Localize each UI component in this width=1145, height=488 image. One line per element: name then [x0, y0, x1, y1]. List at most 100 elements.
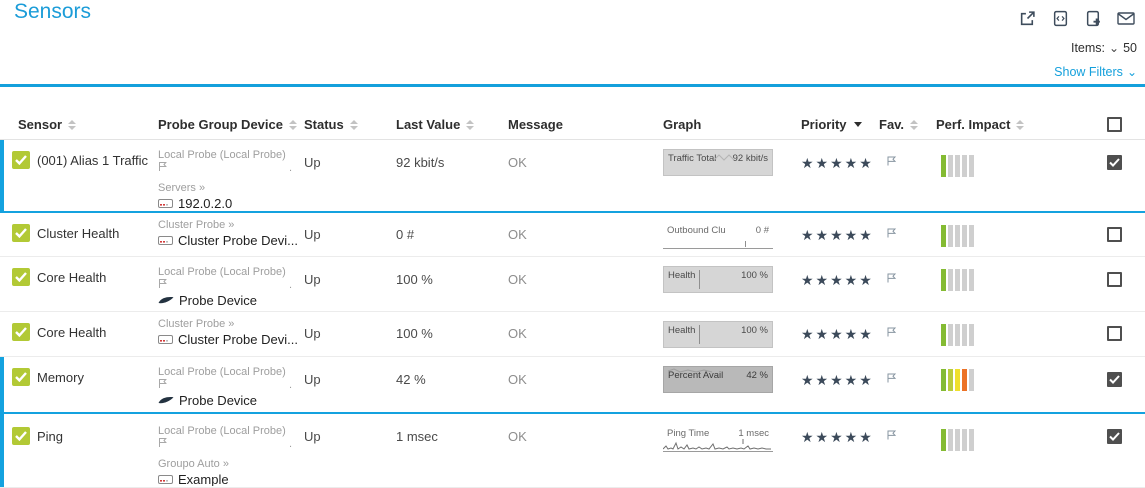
favorite-flag-icon[interactable] [879, 414, 936, 487]
probe-suffix: . [289, 379, 292, 392]
graph-label: Health [668, 270, 695, 292]
table-row[interactable]: Core Health Cluster Probe » Cluster Prob… [0, 312, 1145, 357]
graph-value: 100 % [741, 270, 768, 292]
favorite-flag-icon[interactable] [879, 357, 936, 412]
sensor-status-ok-icon [12, 224, 30, 242]
sort-descending-icon [854, 122, 862, 127]
show-filters-toggle[interactable]: Show Filters ⌄ [1054, 65, 1137, 79]
probe-flag-icon [158, 278, 169, 293]
probe-link[interactable]: Local Probe (Local Probe) [158, 425, 304, 438]
email-icon[interactable] [1117, 9, 1135, 27]
device-link[interactable]: Probe Device [179, 394, 257, 407]
column-header-priority[interactable]: Priority [801, 117, 879, 132]
table-row[interactable]: Ping Local Probe (Local Probe) . Groupo … [0, 414, 1145, 488]
open-external-icon[interactable] [1018, 9, 1036, 27]
message-value: OK [508, 257, 663, 311]
add-file-icon[interactable] [1084, 9, 1102, 27]
priority-stars[interactable]: ★★★★★ [801, 213, 879, 256]
table-row[interactable]: Cluster Health Cluster Probe » Cluster P… [0, 213, 1145, 257]
items-per-page[interactable]: Items: ⌄ 50 [1071, 41, 1137, 55]
status-value: Up [304, 357, 396, 412]
table-row[interactable]: Memory Local Probe (Local Probe) . Probe… [0, 357, 1145, 414]
sensor-name-link[interactable]: Cluster Health [37, 224, 119, 241]
row-checkbox[interactable] [1107, 429, 1122, 444]
sensors-page: Sensors Items: ⌄ 50 Show Filters ⌄ Senso… [0, 0, 1145, 485]
message-value: OK [508, 213, 663, 256]
items-label: Items: [1071, 41, 1105, 55]
sensor-status-ok-icon [12, 323, 30, 341]
table-row[interactable]: (001) Alias 1 Traffic Local Probe (Local… [0, 140, 1145, 213]
group-link[interactable]: Servers » [158, 182, 304, 195]
select-all-checkbox[interactable] [1107, 117, 1122, 132]
graph-value: 0 # [756, 225, 769, 248]
probe-link[interactable]: Cluster Probe » [158, 318, 304, 331]
message-value: OK [508, 414, 663, 487]
table-row[interactable]: Core Health Local Probe (Local Probe) . … [0, 257, 1145, 312]
probe-flag-icon [158, 378, 169, 393]
mini-graph[interactable]: Ping Time 1 msec [663, 425, 773, 452]
perf-impact-meter [936, 357, 1086, 412]
chevron-down-icon[interactable]: ⌄ [1109, 43, 1119, 53]
column-header-status[interactable]: Status [304, 117, 396, 132]
favorite-flag-icon[interactable] [879, 257, 936, 311]
column-header-sensor[interactable]: Sensor [0, 117, 158, 132]
last-value: 92 kbit/s [396, 140, 508, 211]
column-header-probe[interactable]: Probe Group Device [158, 117, 304, 132]
sort-icon [289, 120, 297, 130]
row-checkbox[interactable] [1107, 272, 1122, 287]
row-checkbox[interactable] [1107, 372, 1122, 387]
probe-link[interactable]: Local Probe (Local Probe) [158, 366, 304, 379]
probe-flag-icon [158, 161, 169, 176]
column-header-perf-impact[interactable]: Perf. Impact [936, 117, 1086, 132]
row-checkbox[interactable] [1107, 155, 1122, 170]
sort-icon [350, 120, 358, 130]
device-link[interactable]: Probe Device [179, 294, 257, 307]
device-icon [158, 197, 173, 210]
column-header-last-value[interactable]: Last Value [396, 117, 508, 132]
priority-stars[interactable]: ★★★★★ [801, 257, 879, 311]
probe-link[interactable]: Local Probe (Local Probe) [158, 266, 304, 279]
device-link[interactable]: 192.0.2.0 [178, 197, 232, 210]
column-header-fav[interactable]: Fav. [879, 117, 936, 132]
table-header-row: Sensor Probe Group Device Status Last Va… [0, 110, 1145, 140]
device-link[interactable]: Cluster Probe Devi... [178, 333, 298, 346]
favorite-flag-icon[interactable] [879, 312, 936, 356]
status-value: Up [304, 312, 396, 356]
show-filters-label: Show Filters [1054, 65, 1123, 79]
device-link[interactable]: Example [178, 473, 229, 486]
mini-graph[interactable]: Traffic Total 92 kbit/s [663, 149, 773, 176]
priority-stars[interactable]: ★★★★★ [801, 414, 879, 487]
status-value: Up [304, 140, 396, 211]
perf-impact-meter [936, 213, 1086, 256]
priority-stars[interactable]: ★★★★★ [801, 357, 879, 412]
row-checkbox[interactable] [1107, 227, 1122, 242]
favorite-flag-icon[interactable] [879, 213, 936, 256]
group-link[interactable]: Groupo Auto » [158, 458, 304, 471]
favorite-flag-icon[interactable] [879, 140, 936, 211]
column-header-message[interactable]: Message [508, 117, 663, 132]
device-link[interactable]: Cluster Probe Devi... [178, 234, 298, 247]
sensor-name-link[interactable]: Core Health [37, 268, 106, 285]
perf-impact-meter [936, 414, 1086, 487]
row-checkbox[interactable] [1107, 326, 1122, 341]
graph-label: Health [668, 325, 695, 347]
xml-file-icon[interactable] [1051, 9, 1069, 27]
priority-stars[interactable]: ★★★★★ [801, 140, 879, 211]
mini-graph[interactable]: Outbound Clu 0 # [663, 222, 773, 249]
sensor-name-link[interactable]: Ping [37, 427, 63, 444]
sensor-name-link[interactable]: Memory [37, 368, 84, 385]
sensor-name-link[interactable]: Core Health [37, 323, 106, 340]
priority-stars[interactable]: ★★★★★ [801, 312, 879, 356]
mini-graph[interactable]: Health 100 % [663, 266, 773, 293]
mini-graph[interactable]: Percent Avail 42 % [663, 366, 773, 393]
sensor-status-ok-icon [12, 268, 30, 286]
divider [0, 84, 1145, 87]
mini-graph[interactable]: Health 100 % [663, 321, 773, 348]
probe-link[interactable]: Cluster Probe » [158, 219, 304, 232]
chevron-down-icon: ⌄ [1127, 67, 1137, 77]
sensor-name-link[interactable]: (001) Alias 1 Traffic [37, 151, 148, 168]
probe-suffix: . [289, 438, 292, 451]
probe-link[interactable]: Local Probe (Local Probe) [158, 149, 304, 162]
sensor-status-ok-icon [12, 151, 30, 169]
column-header-graph[interactable]: Graph [663, 117, 801, 132]
